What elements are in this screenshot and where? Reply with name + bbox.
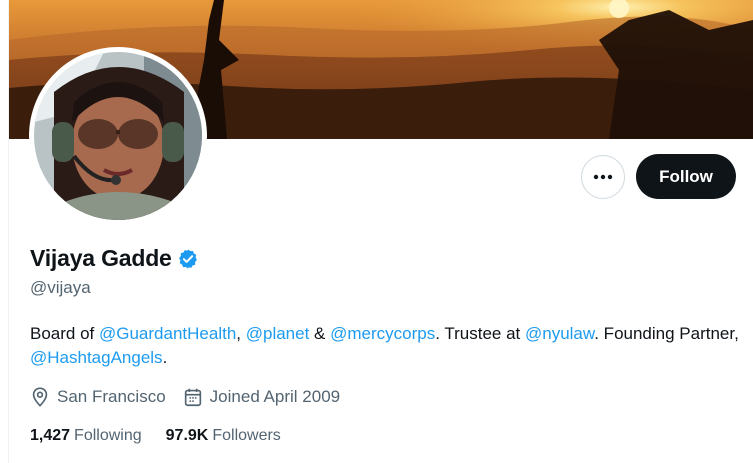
name-row: Vijaya Gadde [30, 245, 199, 272]
avatar[interactable] [34, 52, 202, 220]
calendar-icon [184, 388, 201, 407]
followers-link[interactable]: 97.9K Followers [166, 427, 281, 445]
following-link[interactable]: 1,427 Following [30, 427, 142, 445]
bio-text: . Trustee at [435, 324, 525, 343]
profile-meta: San Francisco Joined April 2009 [29, 386, 356, 408]
bio-text: Board of [30, 324, 99, 343]
location-pin-icon [32, 387, 48, 407]
bio-mention-nyulaw[interactable]: @nyulaw [525, 324, 594, 343]
profile-handle: @vijaya [30, 278, 91, 297]
bio-text: & [309, 324, 331, 343]
profile-bio: Board of @GuardantHealth, @planet & @mer… [30, 322, 750, 370]
bio-mention-guardanthealth[interactable]: @GuardantHealth [99, 324, 236, 343]
verified-badge-icon[interactable] [177, 248, 199, 270]
joined-text: Joined April 2009 [209, 387, 341, 406]
display-name: Vijaya Gadde [30, 245, 172, 271]
following-count: 1,427 [30, 427, 71, 444]
bio-text: . Founding Partner, [594, 324, 739, 343]
profile-stats: 1,427 Following 97.9K Followers [30, 427, 305, 445]
followers-label: Followers [212, 427, 281, 444]
more-horizontal-icon [593, 174, 613, 180]
bio-mention-planet[interactable]: @planet [246, 324, 310, 343]
bio-text: , [236, 324, 246, 343]
followers-count: 97.9K [165, 427, 209, 444]
more-options-button[interactable] [581, 155, 625, 199]
follow-button[interactable]: Follow [636, 154, 736, 199]
location-text: San Francisco [57, 387, 166, 406]
bio-mention-hashtagangels[interactable]: @HashtagAngels [30, 348, 163, 367]
following-label: Following [74, 427, 142, 444]
bio-text: . [162, 348, 168, 367]
location-item: San Francisco [29, 386, 166, 408]
bio-mention-mercycorps[interactable]: @mercycorps [330, 324, 435, 343]
joined-item: Joined April 2009 [182, 386, 340, 408]
